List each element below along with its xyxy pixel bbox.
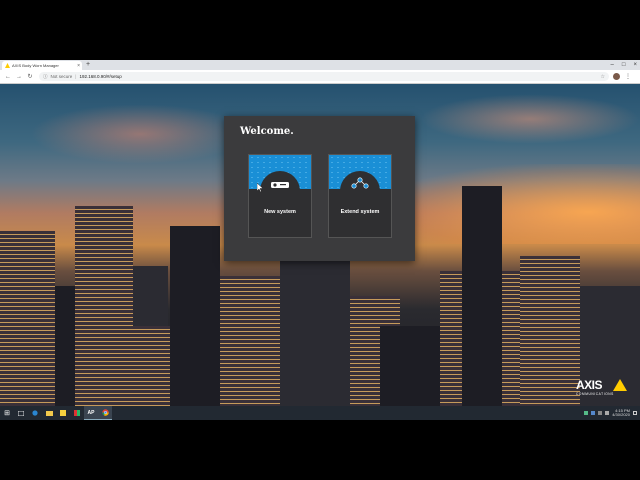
- close-window-button[interactable]: ×: [633, 60, 637, 70]
- notifications-icon[interactable]: [633, 411, 637, 415]
- system-tray: 4:15 PM 4/30/2020: [584, 408, 640, 418]
- file-explorer-icon[interactable]: [42, 406, 56, 420]
- volume-icon[interactable]: [605, 411, 610, 415]
- back-button[interactable]: ←: [5, 74, 11, 80]
- tray-app-icon[interactable]: [591, 411, 596, 415]
- building: [220, 276, 280, 406]
- card-art: [329, 155, 391, 189]
- network-nodes-icon: [351, 177, 369, 189]
- dialog-title: Welcome.: [240, 126, 294, 137]
- extend-system-card[interactable]: Extend system: [328, 154, 392, 238]
- url-text[interactable]: 192.168.0.90/#/setup: [79, 74, 121, 79]
- new-system-card[interactable]: New system: [248, 154, 312, 238]
- building: [95, 326, 170, 406]
- start-icon[interactable]: ⊞: [0, 406, 14, 420]
- building: [170, 226, 220, 406]
- axis-app-icon[interactable]: AP: [84, 406, 98, 420]
- new-tab-button[interactable]: +: [86, 61, 90, 69]
- clock[interactable]: 4:15 PM 4/30/2020: [612, 408, 630, 418]
- security-label: Not secure: [50, 74, 73, 79]
- bookmark-star-icon[interactable]: ☆: [601, 74, 605, 80]
- axis-triangle-icon: [613, 379, 627, 391]
- tab-strip: AXIS Body Worn Manager × + – □ ×: [0, 60, 640, 70]
- address-separator: |: [75, 74, 77, 79]
- task-view-icon[interactable]: [14, 406, 28, 420]
- new-system-label: New system: [264, 209, 296, 215]
- clock-date: 4/30/2020: [612, 412, 630, 417]
- tray-app-icon[interactable]: [584, 411, 589, 415]
- window-controls: – □ ×: [611, 60, 637, 70]
- address-bar[interactable]: ⓘ Not secure | 192.168.0.90/#/setup ☆: [39, 72, 609, 81]
- minimize-button[interactable]: –: [611, 60, 614, 70]
- building: [520, 256, 580, 406]
- letterbox-top: [0, 0, 640, 60]
- sticky-notes-icon[interactable]: [56, 406, 70, 420]
- browser-chrome: AXIS Body Worn Manager × + – □ × ← → ↻ ⓘ…: [0, 60, 640, 84]
- sunset-glow: [380, 164, 640, 244]
- building: [380, 326, 440, 406]
- letterbox-bottom: [0, 420, 640, 480]
- mouse-pointer-icon: [256, 182, 264, 194]
- camera-device-icon: [271, 182, 289, 188]
- tab-title: AXIS Body Worn Manager: [12, 63, 59, 68]
- reload-button[interactable]: ↻: [27, 73, 33, 80]
- cloud-left: [30, 104, 250, 164]
- browser-toolbar: ← → ↻ ⓘ Not secure | 192.168.0.90/#/setu…: [0, 70, 640, 84]
- axis-brand-text: AXIS: [576, 378, 603, 392]
- axis-favicon-icon: [5, 63, 10, 68]
- edge-icon[interactable]: [28, 406, 42, 420]
- info-icon[interactable]: ⓘ: [43, 74, 48, 80]
- browser-menu-icon[interactable]: ⋮: [625, 73, 631, 80]
- maximize-button[interactable]: □: [622, 60, 626, 70]
- welcome-dialog: Welcome. New system Extend system: [224, 116, 415, 261]
- browser-tab[interactable]: AXIS Body Worn Manager ×: [2, 61, 82, 70]
- cloud-right: [420, 94, 640, 144]
- forward-button[interactable]: →: [16, 74, 22, 80]
- building: [0, 231, 55, 406]
- network-icon[interactable]: [598, 411, 603, 415]
- chrome-icon[interactable]: [98, 406, 112, 420]
- app-icon[interactable]: [70, 406, 84, 420]
- profile-avatar[interactable]: [613, 73, 620, 80]
- axis-subtitle: COMMUNICATIONS: [576, 392, 614, 396]
- windows-taskbar: ⊞ AP 4:15 PM 4/30/2020: [0, 406, 640, 420]
- extend-system-label: Extend system: [340, 209, 380, 215]
- building: [55, 286, 75, 406]
- building: [462, 186, 502, 406]
- building: [280, 256, 350, 406]
- axis-logo: AXIS COMMUNICATIONS: [576, 378, 632, 402]
- tab-close-icon[interactable]: ×: [77, 63, 80, 69]
